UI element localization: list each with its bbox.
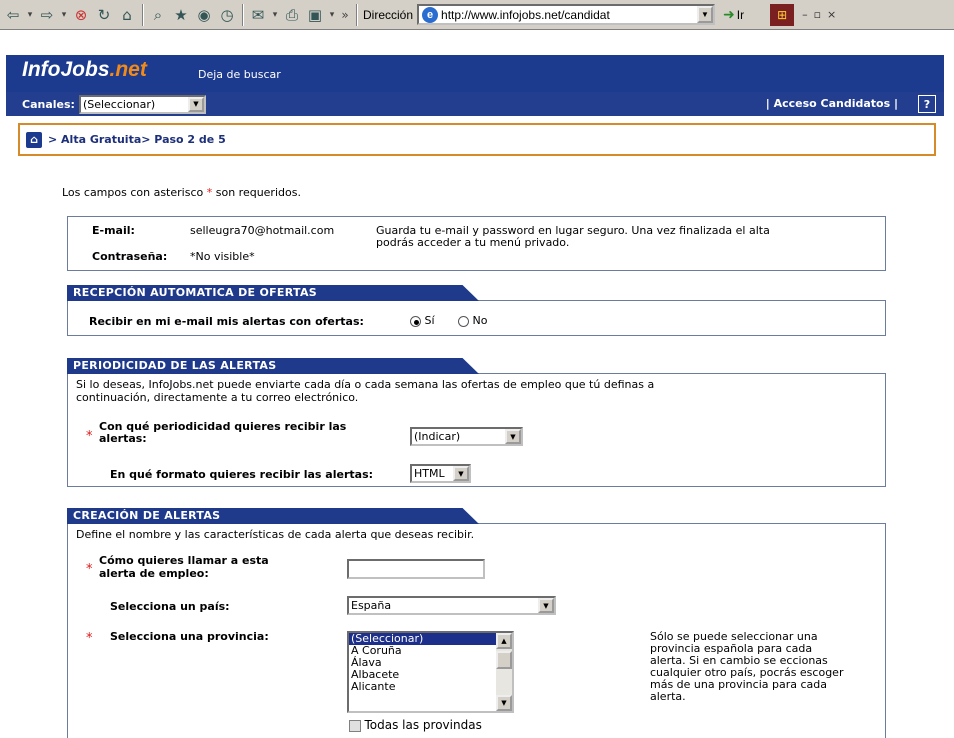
frequency-description-line-1: Si lo deseas, InfoJobs.net puede enviart…	[76, 378, 655, 391]
province-label: Selecciona una provincia:	[110, 630, 269, 643]
required-asterisk: *	[86, 429, 93, 444]
help-button[interactable]: ?	[918, 95, 936, 113]
go-arrow-icon: ➜	[723, 6, 735, 22]
mail-dropdown-icon[interactable]: ▾	[270, 4, 280, 26]
alert-name-label-line-1: Cómo quieres llamar a esta	[99, 554, 269, 567]
alert-name-label-line-2: alerta de empleo:	[99, 567, 209, 580]
format-label: En qué formato quieres recibir las alert…	[110, 468, 374, 481]
home-icon[interactable]: ⌂	[116, 4, 138, 26]
required-note-suffix: son requeridos.	[215, 186, 301, 199]
radio-no-control[interactable]	[458, 315, 469, 327]
edit-dropdown-icon[interactable]: ▾	[327, 4, 337, 26]
home-icon[interactable]: ⌂	[26, 131, 42, 148]
channels-value: (Seleccionar)	[82, 97, 156, 111]
scroll-up-icon[interactable]: ▲	[496, 633, 512, 649]
go-button[interactable]: ➜ Ir	[723, 6, 744, 23]
province-scrollbar[interactable]: ▲ ▼	[496, 633, 512, 711]
channels-label: Canales:	[22, 97, 75, 111]
history-icon[interactable]: ◷	[216, 4, 238, 26]
forward-icon[interactable]: ⇨	[36, 4, 58, 26]
required-asterisk: *	[86, 562, 93, 577]
security-note-line-2: podrás acceder a tu menú privado.	[376, 236, 570, 249]
browser-toolbar: ⇦ ▾ ⇨ ▾ ⊗ ↻ ⌂ ⌕ ★ ◉ ◷ ✉ ▾ ⎙ ▣ ▾ » Direcc…	[0, 0, 954, 30]
go-label: Ir	[736, 7, 745, 22]
country-select[interactable]: España ▼	[347, 596, 556, 615]
province-listbox[interactable]: (Seleccionar) A Coruña Álava Albacete Al…	[347, 631, 514, 713]
section-alert-frequency: PERIODICIDAD DE LAS ALERTAS Si lo deseas…	[67, 358, 886, 487]
address-label: Dirección	[363, 7, 414, 22]
search-icon[interactable]: ⌕	[147, 4, 169, 26]
country-label: Selecciona un país:	[110, 600, 230, 613]
checkbox-control[interactable]	[349, 720, 361, 732]
section-create-alerts: CREACIÓN DE ALERTAS Define el nombre y l…	[67, 508, 886, 738]
province-note: Sólo se puede seleccionar una provincia …	[650, 631, 843, 703]
edit-icon[interactable]: ▣	[304, 4, 326, 26]
alerts-description: Define el nombre y las características d…	[76, 528, 475, 541]
toolbar-separator	[242, 3, 244, 26]
email-value: selleugra70@hotmail.com	[190, 224, 335, 237]
radio-yes-label: Sí	[424, 314, 435, 327]
refresh-icon[interactable]: ↻	[93, 4, 115, 26]
frequency-select[interactable]: (Indicar) ▼	[410, 427, 523, 446]
toolbar-separator	[356, 3, 358, 26]
alert-name-input[interactable]	[347, 559, 485, 579]
section-title: CREACIÓN DE ALERTAS	[67, 508, 479, 524]
required-note-prefix: Los campos con asterisco	[62, 186, 204, 199]
format-select[interactable]: HTML ▼	[410, 464, 471, 483]
site-logo[interactable]: InfoJobs.net	[22, 58, 147, 82]
forward-dropdown-icon[interactable]: ▾	[59, 4, 69, 26]
mail-icon[interactable]: ✉	[247, 4, 269, 26]
receive-label: Recibir en mi e-mail mis alertas con ofe…	[89, 315, 364, 328]
required-note: Los campos con asterisco * son requerido…	[62, 186, 301, 199]
radio-yes-control[interactable]	[410, 315, 421, 327]
scroll-down-icon[interactable]: ▼	[496, 695, 512, 711]
back-icon[interactable]: ⇦	[2, 4, 24, 26]
password-label: Contraseña:	[92, 250, 168, 263]
favorites-icon[interactable]: ★	[170, 4, 192, 26]
channels-bar: Canales: (Seleccionar) ▼ | Acceso Candid…	[6, 92, 944, 116]
chevron-down-icon: ▼	[538, 598, 554, 613]
logo-ext: .net	[109, 58, 147, 81]
radio-no[interactable]: No	[458, 314, 487, 327]
required-asterisk: *	[86, 631, 93, 646]
breadcrumb-text: > Alta Gratuita> Paso 2 de 5	[48, 133, 226, 146]
chevron-icon[interactable]: »	[338, 4, 352, 26]
url-text: http://www.infojobs.net/candidat	[441, 7, 610, 22]
radio-yes[interactable]: Sí	[410, 314, 435, 327]
media-icon[interactable]: ◉	[193, 4, 215, 26]
chevron-down-icon: ▼	[505, 429, 521, 444]
channels-select[interactable]: (Seleccionar) ▼	[78, 94, 206, 114]
section-title: RECEPCIÓN AUTOMATICA DE OFERTAS	[67, 285, 479, 301]
chevron-down-icon[interactable]: ▼	[697, 6, 714, 23]
frequency-description-line-2: continuación, directamente a tu correo e…	[76, 391, 359, 404]
address-input[interactable]: e http://www.infojobs.net/candidat ▼	[417, 4, 716, 25]
chevron-down-icon: ▼	[187, 96, 204, 112]
chevron-down-icon: ▼	[453, 466, 469, 481]
site-tagline: Deja de buscar	[198, 68, 281, 81]
stop-icon[interactable]: ⊗	[70, 4, 92, 26]
frequency-label-line-2: alertas:	[99, 432, 147, 445]
section-automatic-offers: RECEPCIÓN AUTOMATICA DE OFERTAS Recibir …	[67, 285, 886, 336]
email-label: E-mail:	[92, 224, 135, 237]
province-note-line: alerta.	[650, 690, 686, 703]
ie-page-icon: e	[422, 6, 439, 23]
section-title: PERIODICIDAD DE LAS ALERTAS	[67, 358, 479, 374]
breadcrumb: ⌂ > Alta Gratuita> Paso 2 de 5	[18, 123, 936, 156]
province-option[interactable]: Alicante	[349, 681, 512, 693]
window-controls[interactable]: –▫×	[802, 8, 842, 21]
scroll-thumb[interactable]	[496, 651, 512, 669]
country-value: España	[351, 599, 392, 612]
credentials-box: E-mail: selleugra70@hotmail.com Contrase…	[67, 216, 886, 271]
toolbar-separator	[142, 3, 144, 26]
frequency-value: (Indicar)	[414, 430, 461, 443]
print-icon[interactable]: ⎙	[281, 4, 303, 26]
logo-main: InfoJobs	[22, 58, 110, 81]
asterisk: *	[206, 186, 213, 199]
back-dropdown-icon[interactable]: ▾	[25, 4, 35, 26]
candidate-access-link[interactable]: | Acceso Candidatos |	[766, 97, 898, 110]
radio-no-label: No	[472, 314, 488, 327]
windows-logo-icon: ⊞	[770, 3, 795, 26]
password-value: *No visible*	[190, 250, 255, 263]
format-value: HTML	[414, 467, 445, 480]
